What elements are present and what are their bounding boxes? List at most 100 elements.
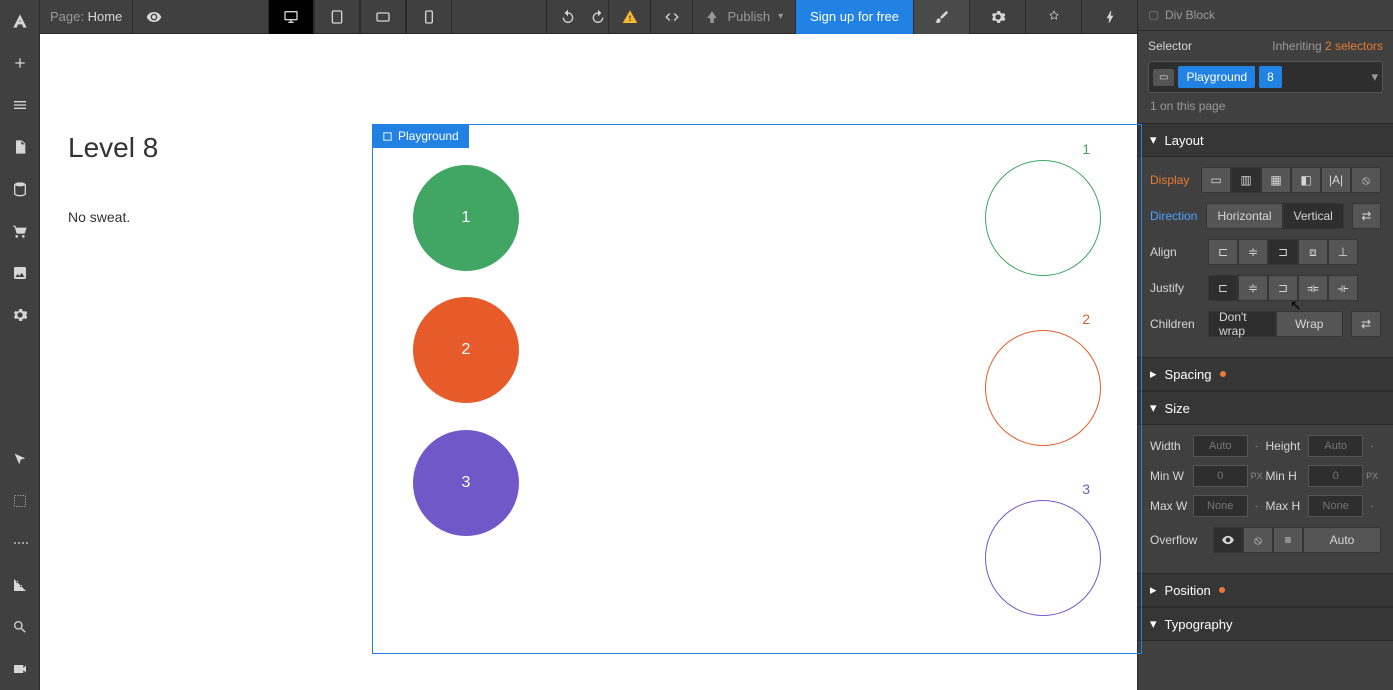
guides-icon[interactable] bbox=[0, 564, 39, 606]
width-label: Width bbox=[1150, 439, 1193, 453]
circle-2[interactable]: 2 bbox=[413, 297, 519, 403]
section-typography[interactable]: ▾Typography bbox=[1138, 607, 1393, 641]
display-none-icon[interactable]: ⦸ bbox=[1351, 167, 1381, 193]
justify-around-icon[interactable]: ⟛ bbox=[1328, 275, 1358, 301]
minw-input[interactable] bbox=[1193, 465, 1248, 487]
level-title: Level 8 bbox=[68, 132, 335, 164]
device-desktop-icon[interactable] bbox=[268, 0, 314, 34]
direction-vertical[interactable]: Vertical bbox=[1283, 203, 1344, 229]
width-input[interactable] bbox=[1193, 435, 1248, 457]
display-block-icon[interactable]: ▭ bbox=[1201, 167, 1231, 193]
settings-icon[interactable] bbox=[0, 294, 39, 336]
target-2: 2 bbox=[985, 330, 1101, 446]
section-layout[interactable]: ▾Layout bbox=[1138, 123, 1393, 157]
tab-interactions-icon[interactable] bbox=[1081, 0, 1137, 34]
chevron-down-icon[interactable]: ▾ bbox=[1371, 69, 1378, 85]
display-grid-icon[interactable]: ▦ bbox=[1261, 167, 1291, 193]
overflow-auto[interactable]: Auto bbox=[1303, 527, 1381, 553]
maxw-input[interactable] bbox=[1193, 495, 1248, 517]
code-icon[interactable] bbox=[650, 0, 692, 34]
align-center-icon[interactable]: ≑ bbox=[1238, 239, 1268, 265]
warning-icon[interactable] bbox=[608, 0, 650, 34]
display-inline-icon[interactable]: |A| bbox=[1321, 167, 1351, 193]
display-flex-icon[interactable]: ▥ bbox=[1231, 167, 1261, 193]
minh-label: Min H bbox=[1266, 469, 1309, 483]
direction-reverse-icon[interactable]: ⇄ bbox=[1352, 203, 1381, 229]
selector-input[interactable]: ▭ Playground 8 ▾ bbox=[1148, 61, 1383, 93]
tab-manager-icon[interactable] bbox=[1025, 0, 1081, 34]
style-panel: Div Block Selector Inheriting 2 selector… bbox=[1137, 0, 1393, 690]
image-icon[interactable] bbox=[0, 252, 39, 294]
add-icon[interactable] bbox=[0, 42, 39, 84]
canvas[interactable]: Level 8 No sweat. Playground 1 2 3 1 2 3 bbox=[40, 34, 1137, 690]
align-end-icon[interactable]: ⊐ bbox=[1268, 239, 1298, 265]
align-label: Align bbox=[1150, 245, 1200, 259]
cursor-icon[interactable] bbox=[0, 438, 39, 480]
children-reverse-icon[interactable]: ⇄ bbox=[1351, 311, 1381, 337]
cart-icon[interactable] bbox=[0, 210, 39, 252]
device-phone-icon[interactable] bbox=[406, 0, 452, 34]
overflow-label: Overflow bbox=[1150, 533, 1205, 547]
page-label[interactable]: Page: Home bbox=[40, 9, 132, 24]
selection-badge: Playground bbox=[372, 124, 469, 148]
undo-icon[interactable] bbox=[546, 0, 588, 34]
circle-1[interactable]: 1 bbox=[413, 165, 519, 271]
align-stretch-icon[interactable]: ⧈ bbox=[1298, 239, 1328, 265]
breadcrumb[interactable]: Div Block bbox=[1138, 0, 1393, 31]
height-input[interactable] bbox=[1308, 435, 1363, 457]
align-start-icon[interactable]: ⊏ bbox=[1208, 239, 1238, 265]
signup-button[interactable]: Sign up for free bbox=[795, 0, 913, 34]
database-icon[interactable] bbox=[0, 168, 39, 210]
list-icon[interactable] bbox=[0, 84, 39, 126]
children-nowrap[interactable]: Don't wrap bbox=[1208, 311, 1276, 337]
logo-icon[interactable] bbox=[0, 0, 39, 42]
video-icon[interactable] bbox=[0, 648, 39, 690]
playground-element[interactable]: Playground 1 2 3 1 2 3 bbox=[372, 124, 1142, 654]
direction-horizontal[interactable]: Horizontal bbox=[1206, 203, 1282, 229]
inheriting-link[interactable]: 2 selectors bbox=[1325, 39, 1383, 53]
level-subtitle: No sweat. bbox=[68, 209, 335, 225]
selector-device-icon: ▭ bbox=[1153, 69, 1174, 86]
search-icon[interactable] bbox=[0, 606, 39, 648]
left-sidebar bbox=[0, 0, 40, 690]
tab-settings-icon[interactable] bbox=[969, 0, 1025, 34]
children-label: Children bbox=[1150, 317, 1200, 331]
justify-center-icon[interactable]: ≑ bbox=[1238, 275, 1268, 301]
overflow-scroll-icon[interactable]: ≡ bbox=[1273, 527, 1303, 553]
maxh-label: Max H bbox=[1266, 499, 1309, 513]
overflow-visible-icon[interactable] bbox=[1213, 527, 1243, 553]
maxw-label: Max W bbox=[1150, 499, 1193, 513]
topbar: Page: Home Publish ▾ Sign up for free bbox=[40, 0, 1137, 34]
target-1: 1 bbox=[985, 160, 1101, 276]
device-tablet-landscape-icon[interactable] bbox=[360, 0, 406, 34]
minw-label: Min W bbox=[1150, 469, 1193, 483]
device-tablet-icon[interactable] bbox=[314, 0, 360, 34]
minh-input[interactable] bbox=[1308, 465, 1363, 487]
section-spacing[interactable]: ▸Spacing bbox=[1138, 357, 1393, 391]
children-wrap[interactable]: Wrap bbox=[1276, 311, 1344, 337]
element-count: 1 on this page bbox=[1138, 99, 1393, 123]
justify-between-icon[interactable]: ⟚ bbox=[1298, 275, 1328, 301]
page-icon[interactable] bbox=[0, 126, 39, 168]
direction-label: Direction bbox=[1150, 209, 1198, 223]
section-position[interactable]: ▸Position bbox=[1138, 573, 1393, 607]
justify-start-icon[interactable]: ⊏ bbox=[1208, 275, 1238, 301]
tab-style-icon[interactable] bbox=[913, 0, 969, 34]
redo-icon[interactable] bbox=[588, 0, 608, 34]
publish-button[interactable]: Publish ▾ bbox=[692, 0, 795, 34]
xray-icon[interactable] bbox=[0, 522, 39, 564]
align-baseline-icon[interactable]: ⊥ bbox=[1328, 239, 1358, 265]
display-inline-block-icon[interactable]: ◧ bbox=[1291, 167, 1321, 193]
select-icon[interactable] bbox=[0, 480, 39, 522]
section-size[interactable]: ▾Size bbox=[1138, 391, 1393, 425]
justify-label: Justify bbox=[1150, 281, 1200, 295]
selector-tag[interactable]: Playground bbox=[1178, 66, 1255, 88]
maxh-input[interactable] bbox=[1308, 495, 1363, 517]
overflow-hidden-icon[interactable]: ⦸ bbox=[1243, 527, 1273, 553]
selector-num[interactable]: 8 bbox=[1259, 66, 1282, 88]
circle-3[interactable]: 3 bbox=[413, 430, 519, 536]
height-label: Height bbox=[1266, 439, 1309, 453]
preview-icon[interactable] bbox=[132, 0, 174, 34]
selector-label: Selector bbox=[1148, 39, 1192, 53]
target-3: 3 bbox=[985, 500, 1101, 616]
